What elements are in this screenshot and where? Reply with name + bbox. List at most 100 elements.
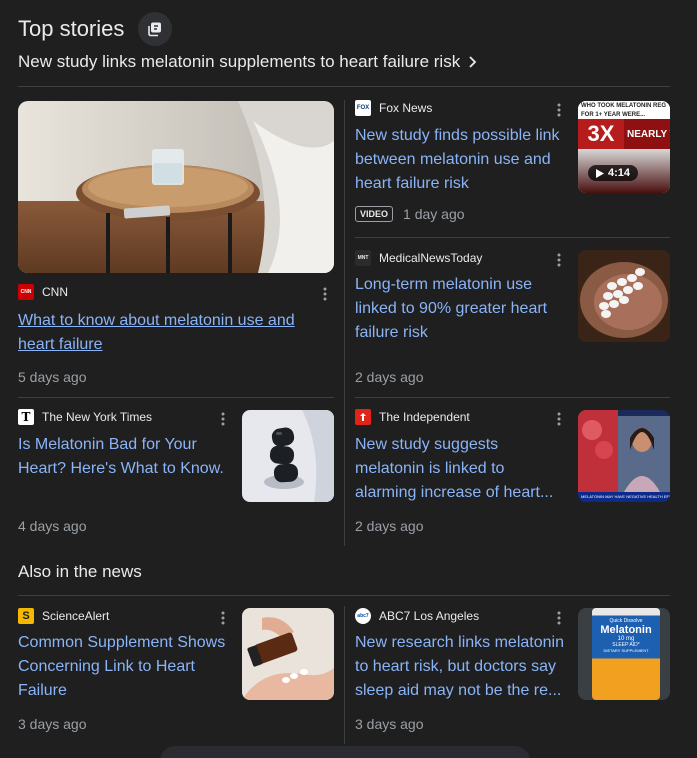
thumb-text: 3X [578,119,624,149]
video-duration-badge: 4:14 [588,165,639,181]
nyt-timestamp: 4 days ago [18,518,87,534]
headline-line: heart failure risk [355,175,469,192]
independent-video-thumbnail[interactable]: MELATONIN MAY HAVE NEGATIVE HEALTH EFFEC… [578,410,670,502]
sciencealert-headline-link[interactable]: Common Supplement Shows Concerning Link … [18,631,233,703]
fox-more-options-button[interactable] [551,102,567,118]
headline-line: alarming increase of heart... [355,484,554,501]
thumb-text: FOR 1+ YEAR WERE... [581,112,646,118]
sciencealert-timestamp: 3 days ago [18,716,87,732]
divider [18,595,670,596]
source-name: The Independent [379,410,470,424]
headline-line: New research links melatonin [355,634,564,651]
source-name: Fox News [379,101,433,115]
pills-in-hand-image [578,250,670,342]
copy-stack-icon [148,22,162,37]
independent-timestamp: 2 days ago [355,518,424,534]
melatonin-bottle-image: Quick Dissolve Melatonin 10 mg SLEEP AID… [592,608,660,700]
mnt-story-image[interactable] [578,250,670,342]
source-name: ABC7 Los Angeles [379,609,480,623]
divider [18,86,670,87]
source-name: CNN [42,285,68,299]
news-anchor-image [578,410,670,492]
more-vert-icon [221,412,225,426]
independent-logo-icon [355,409,371,425]
nyt-more-options-button[interactable] [215,411,231,427]
cnn-more-options-button[interactable] [317,286,333,302]
cnn-source: CNN CNN [18,284,68,300]
fox-headline-link[interactable]: New study finds possible link between me… [355,124,565,196]
mnt-headline-link[interactable]: Long-term melatonin use linked to 90% gr… [355,273,565,345]
headline-line: Long-term melatonin use [355,276,532,293]
bottle-label: DIETARY SUPPLEMENT [603,648,649,653]
fox-meta: VIDEO 1 day ago [355,206,465,222]
headline-line: to heart risk, but doctors say [355,658,556,675]
more-vert-icon [557,253,561,267]
bottle-label: Melatonin [600,624,652,636]
headline-line: Is Melatonin Bad for Your [18,436,197,453]
column-divider [344,606,345,744]
headline-line: failure risk [355,324,428,341]
headline-line: melatonin is linked to [355,460,505,477]
headline-line: Heart? Here's What to Know. [18,460,224,477]
headline-line: What to know about melatonin use and [18,312,295,329]
abc7-more-options-button[interactable] [551,610,567,626]
gummies-image [242,410,334,502]
headline-line: heart failure [18,336,103,353]
mnt-timestamp: 2 days ago [355,369,424,385]
thumb-caption: MELATONIN MAY HAVE NEGATIVE HEALTH EFFEC… [578,492,670,502]
eagle-icon [360,413,366,421]
independent-source: The Independent [355,409,470,425]
divider [18,397,334,398]
column-divider [344,100,345,546]
fox-timestamp: 1 day ago [403,206,465,222]
divider [355,237,670,238]
headline-line: Common Supplement Shows [18,634,226,651]
nyt-source: T The New York Times [18,409,152,425]
nyt-story-image[interactable] [242,410,334,502]
melatonin-tray-image [18,101,334,273]
headline-line: Concerning Link to Heart [18,658,195,675]
video-badge: VIDEO [355,206,394,222]
thumb-text: NEARLY TW [624,119,670,149]
sciencealert-story-image[interactable] [242,608,334,700]
sciencealert-more-options-button[interactable] [215,610,231,626]
abc7-source: abc7 ABC7 Los Angeles [355,608,479,624]
headline-line: Failure [18,682,67,699]
cnn-story-image[interactable] [18,101,334,273]
headline-line: linked to 90% greater heart [355,300,548,317]
play-icon [596,168,604,178]
nyt-headline-link[interactable]: Is Melatonin Bad for Your Heart? Here's … [18,433,233,481]
pill-bottle-hand-image [242,608,334,700]
source-name: ScienceAlert [42,609,110,623]
more-news-button[interactable] [160,746,530,758]
cnn-headline-link[interactable]: What to know about melatonin use and hea… [18,309,318,357]
independent-more-options-button[interactable] [551,411,567,427]
stack-cards-button[interactable] [138,12,173,46]
more-vert-icon [557,103,561,117]
page-title: Top stories [18,16,125,41]
more-vert-icon [557,611,561,625]
source-name: The New York Times [42,410,153,424]
abc7-story-image[interactable]: Quick Dissolve Melatonin 10 mg SLEEP AID… [578,608,670,700]
more-vert-icon [323,287,327,301]
story-cluster-link[interactable]: New study links melatonin supplements to… [18,52,478,72]
headline-line: New study finds possible link [355,127,560,144]
section-title: Also in the news [18,562,142,581]
thumb-caption: WHO TOOK MELATONIN REG FOR 1+ YEAR WERE.… [578,101,670,119]
abc7-headline-link[interactable]: New research links melatonin to heart ri… [355,631,567,703]
mnt-more-options-button[interactable] [551,252,567,268]
abc7-timestamp: 3 days ago [355,716,424,732]
sciencealert-source: S ScienceAlert [18,608,109,624]
abc7-logo-icon: abc7 [355,608,371,624]
nyt-logo-icon: T [18,409,34,425]
medicalnewstoday-logo-icon: MNT [355,250,371,266]
cnn-logo-icon: CNN [18,284,34,300]
sciencealert-logo-icon: S [18,608,34,624]
more-vert-icon [221,611,225,625]
fox-news-logo-icon: FOX [355,100,371,116]
fox-video-thumbnail[interactable]: WHO TOOK MELATONIN REG FOR 1+ YEAR WERE.… [578,101,670,193]
chevron-right-icon [469,56,477,68]
headline-line: sleep aid may not be the re... [355,682,562,699]
independent-headline-link[interactable]: New study suggests melatonin is linked t… [355,433,565,505]
fox-source: FOX Fox News [355,100,432,116]
